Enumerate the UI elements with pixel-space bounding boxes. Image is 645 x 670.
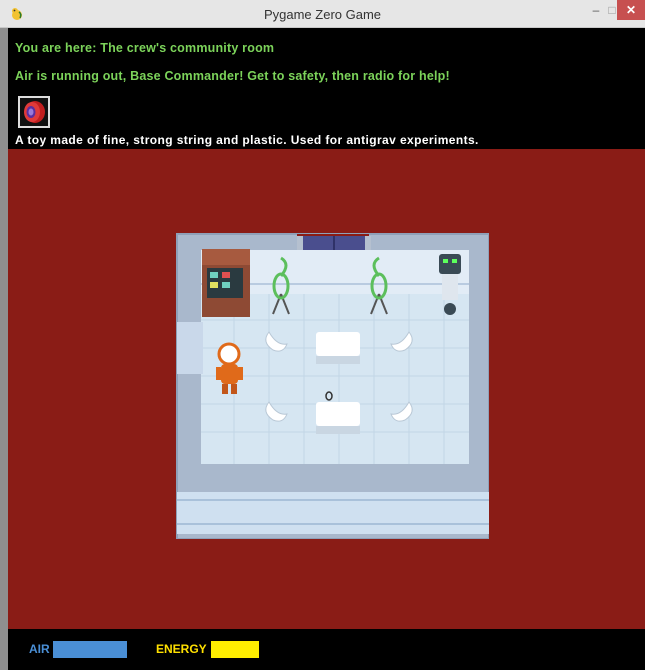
table-top (316, 332, 360, 356)
close-button[interactable]: ✕ (617, 0, 645, 20)
vending-machine-light-1 (210, 272, 218, 278)
vending-machine-light-3 (210, 282, 218, 288)
bottom-corridor (177, 492, 489, 534)
table-top-shadow (316, 356, 360, 364)
bottom-hud: AIR ENERGY (8, 629, 645, 670)
air-meter (53, 641, 127, 658)
energy-label: ENERGY (156, 642, 207, 656)
window-title: Pygame Zero Game (263, 7, 382, 22)
title-bar[interactable]: Pygame Zero Game – □ ✕ (0, 0, 645, 28)
vending-machine-light-4 (222, 282, 230, 288)
item-description: A toy made of fine, strong string and pl… (15, 133, 479, 147)
energy-meter (211, 641, 259, 658)
location-text: You are here: The crew's community room (15, 41, 275, 55)
left-passage (177, 322, 203, 374)
selected-item-slot[interactable] (18, 96, 50, 128)
air-label: AIR (29, 642, 50, 656)
vending-machine-top (202, 249, 250, 265)
yoyo-icon (24, 101, 45, 123)
table-bottom (316, 402, 360, 426)
game-window: Pygame Zero Game – □ ✕ You are here: The… (0, 0, 645, 670)
top-hud: You are here: The crew's community room … (8, 28, 645, 149)
game-canvas[interactable]: You are here: The crew's community room … (8, 28, 645, 670)
message-text: Air is running out, Base Commander! Get … (15, 69, 450, 83)
playfield[interactable] (8, 149, 645, 629)
vending-machine-light-2 (222, 272, 230, 278)
community-room (176, 233, 489, 539)
table-bottom-shadow (316, 426, 360, 434)
